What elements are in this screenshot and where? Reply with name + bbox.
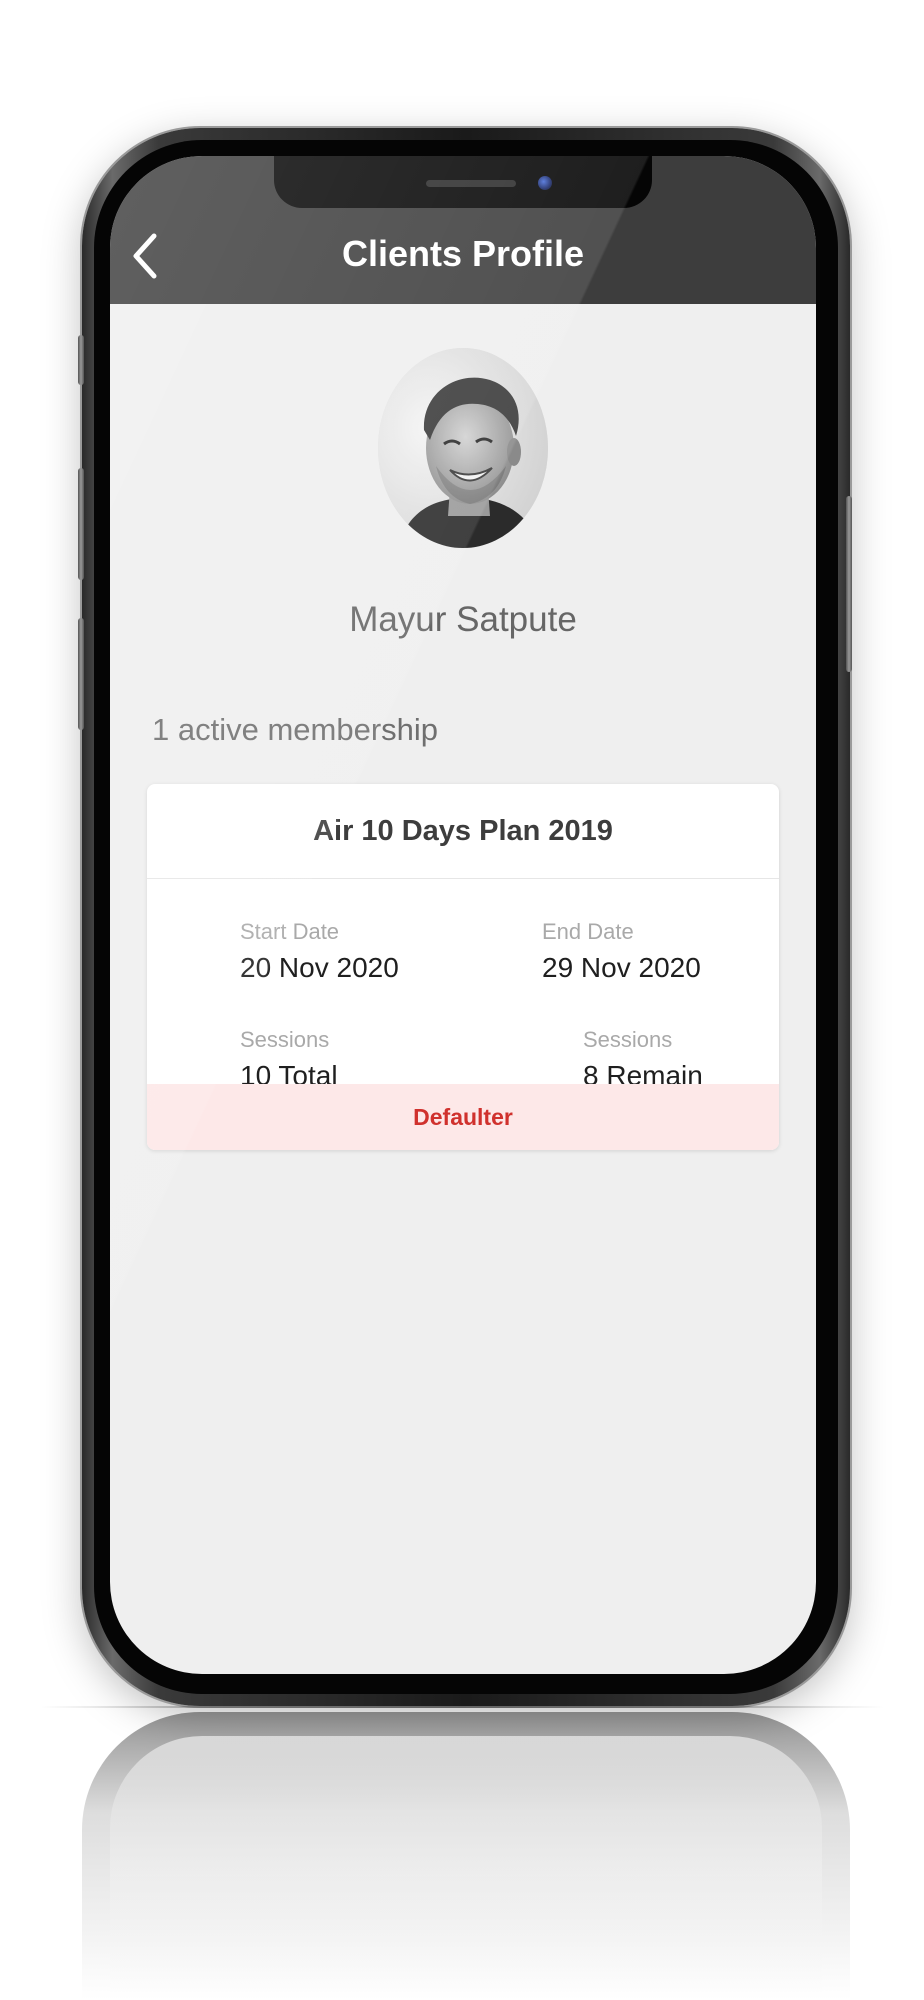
client-name: Mayur Satpute — [349, 600, 577, 639]
avatar — [378, 348, 548, 548]
power-button — [846, 496, 852, 672]
start-date-value: 20 Nov 2020 — [240, 952, 399, 983]
notch — [274, 156, 652, 208]
start-date-label: Start Date — [240, 919, 340, 944]
plan-name: Air 10 Days Plan 2019 — [147, 784, 779, 879]
floor-shadow — [40, 1706, 884, 1708]
sessions-remain-label: Sessions — [583, 1027, 673, 1052]
screen-reflection — [110, 1736, 822, 2000]
sessions-total-label: Sessions — [240, 1027, 330, 1052]
membership-card[interactable]: Air 10 Days Plan 2019 Start Date 20 Nov … — [147, 784, 779, 1150]
end-date-label: End Date — [542, 919, 634, 944]
page-title: Clients Profile — [341, 233, 585, 274]
volume-up-button — [78, 468, 84, 580]
status-badge: Defaulter — [147, 1084, 779, 1150]
mute-switch — [78, 335, 84, 385]
app-header: Clients Profile — [110, 156, 816, 304]
volume-down-button — [78, 618, 84, 730]
avatar-photo — [378, 348, 548, 548]
front-camera — [538, 176, 552, 190]
phone-reflection — [82, 1712, 850, 2000]
end-date-value: 29 Nov 2020 — [542, 952, 701, 983]
active-membership-count: 1 active membership — [152, 712, 439, 747]
earpiece-speaker — [426, 180, 516, 187]
app-screen: Clients Profile Mayur Satpute 1 active m… — [110, 156, 816, 1674]
